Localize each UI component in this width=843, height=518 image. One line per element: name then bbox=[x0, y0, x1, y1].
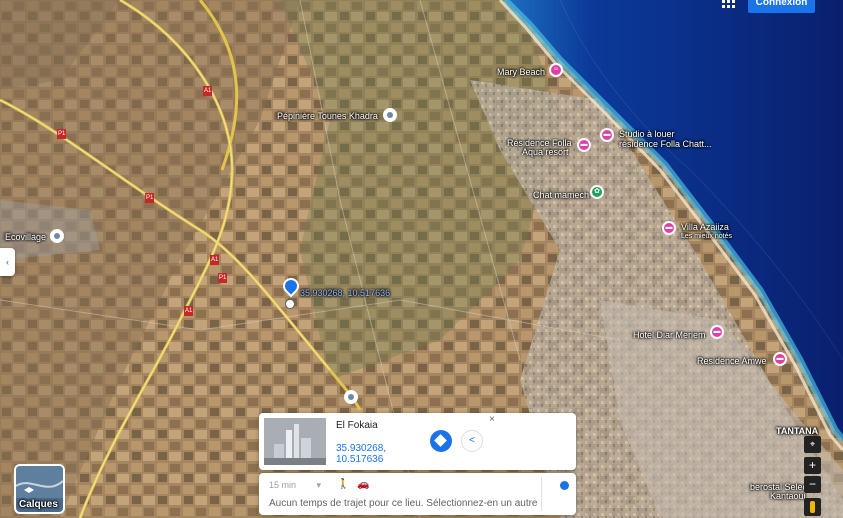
road-label: A1 bbox=[203, 86, 213, 96]
car-icon[interactable]: 🚗 bbox=[357, 479, 369, 490]
road-label: P1 bbox=[145, 193, 155, 203]
hotel-pin-icon[interactable]: ▬ bbox=[710, 325, 724, 339]
walk-icon[interactable]: 🚶 bbox=[337, 479, 349, 490]
coordinate-lat: 35.930268, bbox=[336, 443, 387, 454]
travel-toggle[interactable] bbox=[560, 481, 569, 490]
park-pin-icon[interactable]: ✿ bbox=[590, 185, 604, 199]
layers-icon bbox=[16, 466, 63, 498]
place-label: Ecovillage bbox=[5, 232, 47, 242]
directions-icon bbox=[434, 434, 447, 447]
connexion-button[interactable]: Connexion bbox=[748, 0, 815, 13]
coordinate-lon: 10.517636 bbox=[336, 454, 384, 465]
town-label: TANTANA bbox=[776, 426, 819, 436]
pegman-icon[interactable] bbox=[804, 498, 821, 516]
place-label: Mary Beach bbox=[497, 67, 546, 77]
road-label: P1 bbox=[57, 129, 67, 139]
divider bbox=[541, 477, 542, 511]
road-label: A1 bbox=[184, 306, 194, 316]
dropped-pin-label: 35.930268, 10.517636 bbox=[300, 288, 391, 298]
place-title: El Fokaia bbox=[336, 420, 378, 431]
share-icon: < bbox=[469, 435, 475, 446]
place-card[interactable]: El Fokaia 35.930268, 10.517636 < × bbox=[259, 413, 576, 470]
side-panel-toggle[interactable]: ‹ bbox=[0, 248, 15, 276]
layers-label: Calques bbox=[19, 499, 58, 510]
place-photo[interactable] bbox=[264, 418, 326, 465]
travel-time-select[interactable]: 15 min ▾ bbox=[269, 480, 321, 491]
chevron-down-icon: ▾ bbox=[316, 480, 322, 490]
place-sublabel: Aqua resort bbox=[522, 147, 569, 157]
place-label: Villa Azaiiza bbox=[681, 222, 729, 232]
directions-button[interactable] bbox=[430, 430, 452, 452]
pin-anchor bbox=[285, 299, 295, 309]
place-label: Hotel Diar Meriem bbox=[633, 330, 706, 340]
travel-time-panel: 15 min ▾ 🚶 🚗 Aucun temps de trajet pour … bbox=[259, 473, 576, 515]
zoom-in-button[interactable]: + bbox=[804, 457, 821, 474]
hotel-pin-icon[interactable]: ▬ bbox=[773, 352, 787, 366]
travel-time-message: Aucun temps de trajet pour ce lieu. Séle… bbox=[269, 498, 538, 509]
place-sublabel: Kantaoui bbox=[770, 491, 806, 501]
share-button[interactable]: < bbox=[461, 430, 483, 452]
apps-grid-icon[interactable] bbox=[722, 0, 736, 10]
hotel-pin-icon[interactable]: ▬ bbox=[662, 221, 676, 235]
place-sublabel: résidence Folla Chatt... bbox=[619, 139, 712, 149]
place-label: Pépinière Tounes Khadra bbox=[277, 111, 378, 121]
zoom-out-button[interactable]: − bbox=[804, 476, 821, 493]
close-button[interactable]: × bbox=[489, 414, 495, 425]
beach-pin-icon[interactable]: ≈ bbox=[549, 63, 563, 77]
hotel-pin-icon[interactable]: ▬ bbox=[577, 138, 591, 152]
place-label: Studio à louer bbox=[619, 129, 675, 139]
place-label: Residence Amwe bbox=[697, 356, 767, 366]
hotel-pin-icon[interactable]: ▬ bbox=[600, 128, 614, 142]
place-pin-icon[interactable] bbox=[383, 108, 397, 122]
place-pin-icon[interactable] bbox=[344, 390, 358, 404]
road-label: P1 bbox=[218, 273, 228, 283]
travel-time-value: 15 min bbox=[269, 480, 297, 490]
layers-button[interactable]: Calques bbox=[14, 464, 65, 514]
place-label: Chat mamech bbox=[533, 190, 590, 200]
place-pin-icon[interactable] bbox=[50, 229, 64, 243]
place-coordinates[interactable]: 35.930268, 10.517636 bbox=[336, 443, 386, 465]
road-label: A1 bbox=[210, 255, 220, 265]
compass-icon[interactable]: ⌖ bbox=[804, 436, 821, 453]
place-sublabel: Les mieux notés bbox=[681, 233, 732, 240]
